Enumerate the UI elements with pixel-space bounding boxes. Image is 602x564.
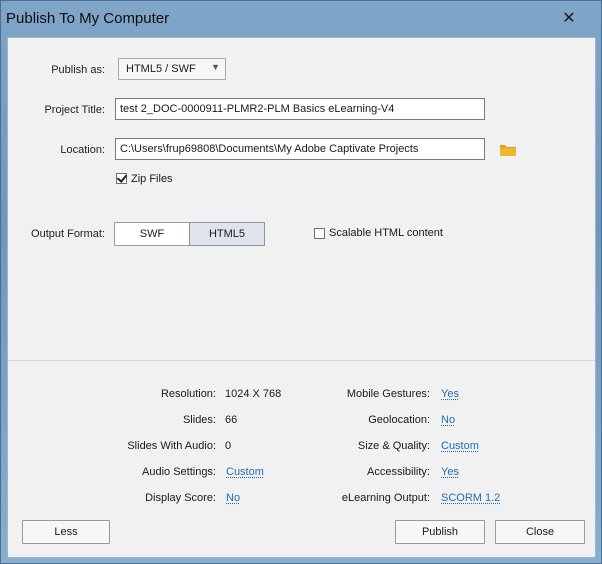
elearning-output-link[interactable]: SCORM 1.2: [441, 492, 500, 504]
resolution-label: Resolution:: [160, 388, 216, 400]
dialog-body: Publish as: HTML5 / SWF ▼ Project Title:…: [7, 37, 596, 558]
size-quality-label: Size & Quality:: [357, 440, 430, 452]
mobile-gestures-label: Mobile Gestures:: [346, 388, 430, 400]
title-bar[interactable]: Publish To My Computer ✕: [1, 1, 601, 35]
publish-button[interactable]: Publish: [395, 520, 485, 544]
section-divider: [8, 360, 595, 361]
output-format-label: Output Format:: [31, 228, 105, 240]
elearning-output-label: eLearning Output:: [341, 492, 430, 504]
location-label: Location:: [60, 144, 105, 156]
dialog-title: Publish To My Computer: [6, 10, 170, 27]
output-swf-button[interactable]: SWF: [114, 222, 190, 246]
slides-with-audio-value: 0: [225, 440, 232, 452]
size-quality-link[interactable]: Custom: [441, 440, 479, 452]
location-value: C:\Users\frup69808\Documents\My Adobe Ca…: [120, 143, 419, 155]
publish-dialog: Publish To My Computer ✕ Publish as: HTM…: [0, 0, 602, 564]
geolocation-link[interactable]: No: [441, 414, 455, 426]
geolocation-label: Geolocation:: [368, 414, 430, 426]
less-button[interactable]: Less: [22, 520, 110, 544]
publish-as-label: Publish as:: [51, 64, 105, 76]
scalable-html-label: Scalable HTML content: [329, 227, 443, 239]
accessibility-link[interactable]: Yes: [441, 466, 459, 478]
publish-as-dropdown[interactable]: HTML5 / SWF ▼: [118, 58, 226, 80]
chevron-down-icon: ▼: [211, 62, 220, 72]
slides-value: 66: [225, 414, 238, 426]
slides-with-audio-label: Slides With Audio:: [127, 440, 216, 452]
project-title-label: Project Title:: [44, 104, 105, 116]
zip-files-label: Zip Files: [131, 173, 173, 185]
scalable-html-checkbox[interactable]: [314, 228, 325, 239]
close-icon[interactable]: ✕: [557, 9, 581, 29]
publish-as-value: HTML5 / SWF: [126, 63, 196, 75]
audio-settings-link[interactable]: Custom: [226, 466, 264, 478]
close-button[interactable]: Close: [495, 520, 585, 544]
display-score-link[interactable]: No: [226, 492, 240, 504]
project-title-input[interactable]: test 2_DOC-0000911-PLMR2-PLM Basics eLea…: [115, 98, 485, 120]
audio-settings-label: Audio Settings:: [142, 466, 216, 478]
project-title-value: test 2_DOC-0000911-PLMR2-PLM Basics eLea…: [120, 103, 395, 115]
accessibility-label: Accessibility:: [367, 466, 430, 478]
zip-files-checkbox[interactable]: [116, 173, 127, 184]
location-input[interactable]: C:\Users\frup69808\Documents\My Adobe Ca…: [115, 138, 485, 160]
mobile-gestures-link[interactable]: Yes: [441, 388, 459, 400]
resolution-value: 1024 X 768: [225, 388, 282, 400]
output-html5-button[interactable]: HTML5: [189, 222, 265, 246]
folder-icon[interactable]: [500, 143, 516, 156]
display-score-label: Display Score:: [145, 492, 216, 504]
slides-label: Slides:: [182, 414, 216, 426]
